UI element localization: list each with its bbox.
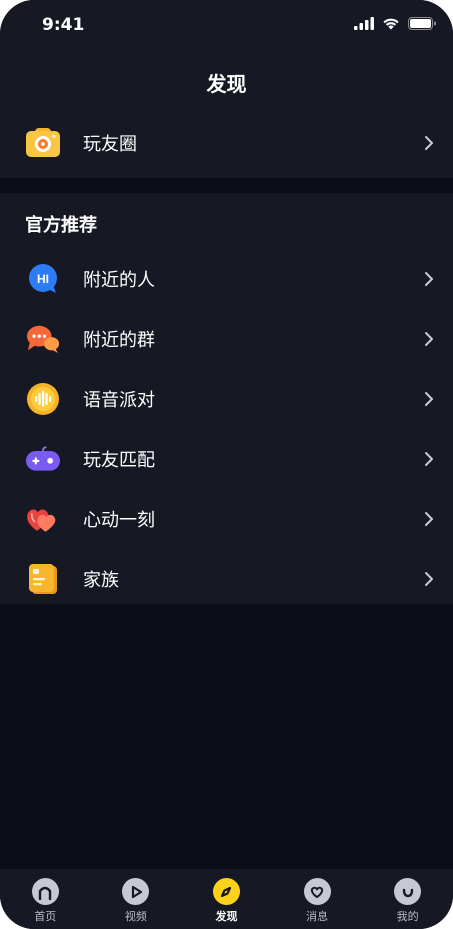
chevron-right-icon — [425, 392, 433, 406]
row-moments[interactable]: 玩友圈 — [0, 113, 453, 173]
row-nearby-groups[interactable]: 附近的群 — [0, 309, 453, 369]
chevron-right-icon — [425, 332, 433, 346]
row-heartbeat-moment[interactable]: 心动一刻 — [0, 489, 453, 549]
tab-label: 发现 — [215, 910, 238, 923]
gamepad-icon — [26, 442, 60, 476]
tab-video[interactable]: 视频 — [91, 869, 182, 929]
row-label: 玩友圈 — [83, 134, 137, 155]
group-chat-icon — [26, 322, 60, 356]
section-title: 官方推荐 — [25, 215, 97, 236]
voice-wave-icon — [26, 382, 60, 416]
svg-text:HI: HI — [37, 272, 49, 286]
smile-profile-icon — [394, 878, 422, 905]
chevron-right-icon — [425, 272, 433, 286]
tab-label: 视频 — [124, 910, 147, 923]
status-icons — [354, 17, 437, 30]
wifi-icon — [383, 18, 399, 30]
status-time: 9:41 — [42, 15, 85, 35]
row-label: 语音派对 — [83, 390, 155, 411]
tab-profile[interactable]: 我的 — [362, 869, 453, 929]
chevron-right-icon — [425, 452, 433, 466]
tab-label: 我的 — [396, 910, 419, 923]
phone-screen: 9:41 发现 玩友圈 官方推荐 HI 附近的人 附近的群 语音派对 玩友匹配 … — [0, 0, 453, 929]
row-label: 附近的群 — [83, 330, 155, 351]
row-voice-party[interactable]: 语音派对 — [0, 369, 453, 429]
row-label: 附近的人 — [83, 270, 155, 291]
nav-header: 发现 — [0, 52, 453, 108]
tab-bar: 首页 视频 发现 消息 我的 — [0, 869, 453, 929]
tab-label: 首页 — [34, 910, 57, 923]
hearts-icon — [26, 502, 60, 536]
chevron-right-icon — [425, 572, 433, 586]
chevron-right-icon — [425, 512, 433, 526]
status-bar: 9:41 — [0, 0, 453, 52]
family-book-icon — [26, 562, 60, 596]
page-title: 发现 — [206, 72, 247, 96]
chevron-right-icon — [425, 136, 433, 150]
battery-icon — [408, 17, 436, 30]
tab-messages[interactable]: 消息 — [272, 869, 363, 929]
tab-label: 消息 — [306, 910, 329, 923]
cellular-signal-icon — [354, 17, 374, 30]
home-icon — [31, 878, 59, 905]
row-family[interactable]: 家族 — [0, 549, 453, 609]
hi-chat-bubble-icon: HI — [26, 262, 60, 296]
row-label: 家族 — [83, 570, 119, 591]
play-icon — [122, 878, 150, 905]
tab-home[interactable]: 首页 — [0, 869, 91, 929]
heart-message-icon — [303, 878, 331, 905]
row-label: 玩友匹配 — [83, 450, 155, 471]
row-nearby-people[interactable]: HI 附近的人 — [0, 249, 453, 309]
row-game-match[interactable]: 玩友匹配 — [0, 429, 453, 489]
tab-discover[interactable]: 发现 — [181, 869, 272, 929]
moments-card: 玩友圈 — [0, 108, 453, 178]
row-label: 心动一刻 — [83, 510, 155, 531]
recommend-card: 官方推荐 HI 附近的人 附近的群 语音派对 玩友匹配 心动一刻 家族 — [0, 193, 453, 604]
camera-icon — [26, 126, 60, 160]
compass-icon — [212, 878, 240, 905]
